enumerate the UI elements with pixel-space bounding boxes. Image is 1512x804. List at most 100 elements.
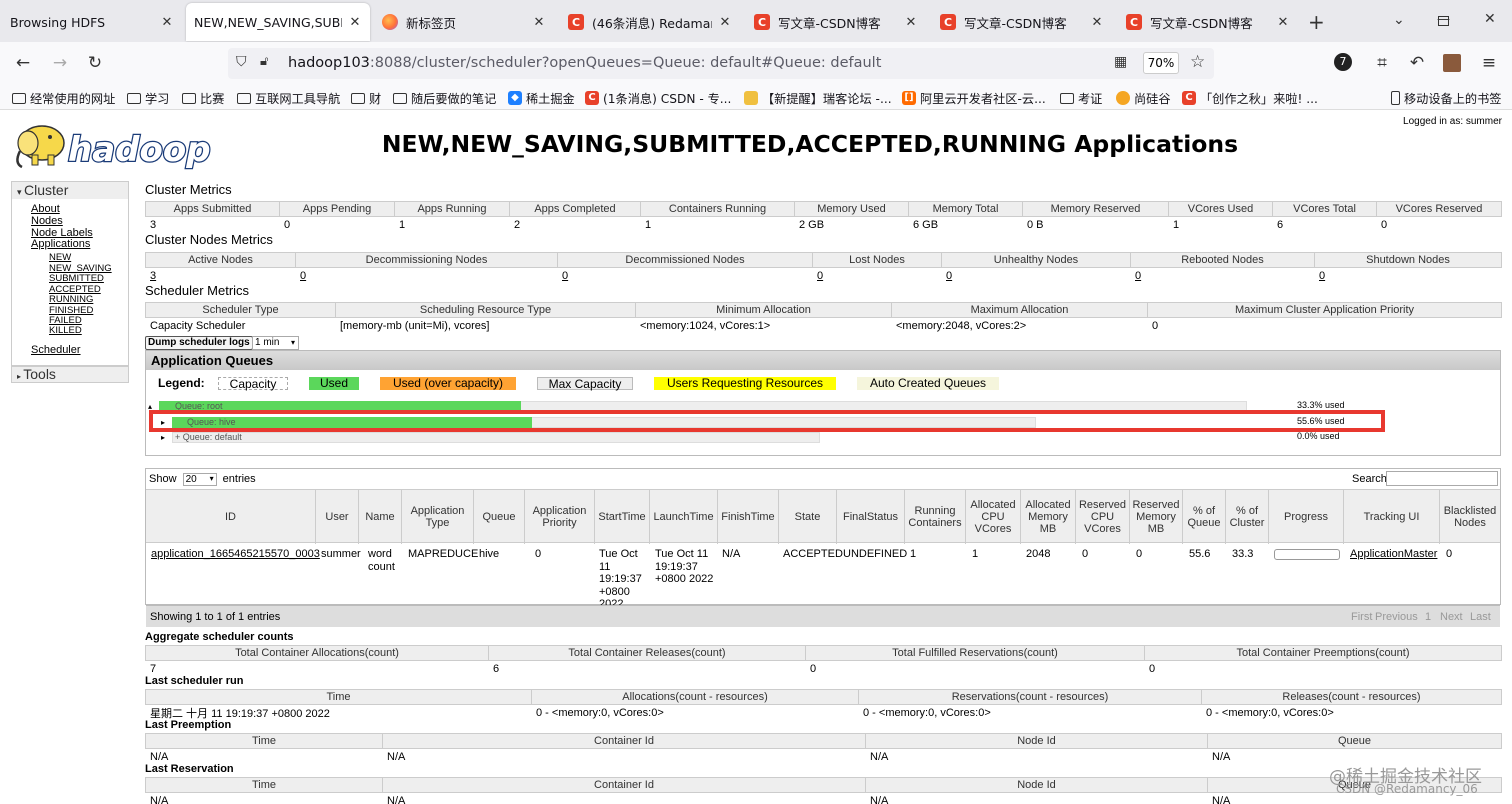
column-header-app-type[interactable]: Application Type (402, 490, 474, 544)
sidebar-item-running[interactable]: RUNNING (49, 294, 93, 305)
table-cell-link[interactable]: 0 (941, 267, 1131, 284)
tab-new-tab[interactable]: 新标签页 ✕ (374, 3, 554, 41)
bookmark-item[interactable]: 经常使用的网址 (12, 89, 115, 107)
bookmark-item[interactable]: 随后要做的笔记 (393, 89, 496, 107)
bookmark-item[interactable]: 比赛 (182, 89, 224, 107)
bookmark-item[interactable]: C 「创作之秋」来啦! ... (1182, 89, 1318, 107)
undo-icon[interactable]: ↶ (1405, 52, 1429, 74)
sidebar-tools[interactable]: ▸ Tools (11, 366, 129, 383)
column-header-pct-queue[interactable]: % of Queue (1183, 490, 1226, 544)
column-header-running-containers[interactable]: Running Containers (905, 490, 966, 544)
tracking-ui-link[interactable]: ApplicationMaster (1350, 548, 1437, 561)
reload-icon[interactable]: ↻ (83, 52, 107, 74)
bookmark-item[interactable]: 尚硅谷 (1116, 89, 1171, 107)
column-header-alloc-memory[interactable]: Allocated Memory MB (1021, 490, 1076, 544)
column-header-progress[interactable]: Progress (1269, 490, 1344, 544)
table-cell-link[interactable]: 3 (145, 267, 296, 284)
back-arrow-icon[interactable]: ← (11, 52, 35, 74)
new-tab-plus-icon[interactable]: + (1308, 10, 1325, 34)
close-icon[interactable]: ✕ (1276, 15, 1290, 30)
url-bar[interactable]: ⛉ 🔓︎ hadoop103:8088/cluster/scheduler?op… (228, 48, 1214, 79)
sidebar-item-killed[interactable]: KILLED (49, 325, 82, 336)
bookmark-item[interactable]: ◆ 稀土掘金 (508, 89, 575, 107)
column-header-reserved-vcores[interactable]: Reserved CPU VCores (1076, 490, 1130, 544)
insecure-lock-icon[interactable]: 🔓︎ (260, 54, 268, 69)
close-icon[interactable]: ✕ (1090, 15, 1104, 30)
bookmark-item[interactable]: C (1条消息) CSDN - 专... (585, 89, 731, 107)
shield-icon[interactable]: ⛉ (236, 54, 247, 70)
hadoop-logo[interactable]: hadoop (10, 117, 220, 175)
bookmark-item[interactable]: 移动设备上的书签 (1391, 89, 1502, 107)
bookmark-item[interactable]: 考证 (1060, 89, 1102, 107)
tab-csdn-messages[interactable]: C (46条消息) Redamancy_ ✕ (560, 3, 740, 41)
sidebar-item-submitted[interactable]: SUBMITTED (49, 273, 104, 284)
column-header-finish-time[interactable]: FinishTime (718, 490, 779, 544)
qr-code-icon[interactable]: ▦ (1114, 54, 1127, 70)
table-cell-link[interactable]: 0 (1130, 267, 1315, 284)
extension-icon[interactable]: 7 (1334, 53, 1352, 71)
sidebar-item-about[interactable]: About (31, 203, 60, 215)
column-header-name[interactable]: Name (359, 490, 402, 544)
expand-icon[interactable]: ▸ (161, 432, 165, 443)
close-icon[interactable]: ✕ (718, 15, 732, 30)
zoom-level[interactable]: 70% (1143, 52, 1179, 74)
search-input[interactable] (1386, 471, 1498, 486)
avatar[interactable] (1443, 54, 1461, 72)
bookmark-item[interactable]: 互联网工具导航 (237, 89, 340, 107)
column-header-alloc-vcores[interactable]: Allocated CPU VCores (966, 490, 1021, 544)
dump-interval-select[interactable]: 1 min ▾ (252, 336, 299, 350)
close-icon[interactable]: ✕ (348, 15, 362, 30)
table-cell-link[interactable]: 0 (295, 267, 558, 284)
sidebar-item-nodes[interactable]: Nodes (31, 215, 63, 227)
crop-icon[interactable]: ⌗ (1370, 52, 1394, 74)
column-header-user[interactable]: User (316, 490, 359, 544)
tab-browsing-hdfs[interactable]: Browsing HDFS ✕ (2, 3, 182, 41)
table-cell: 0 (535, 548, 542, 560)
close-icon[interactable]: ✕ (532, 15, 546, 30)
application-id-link[interactable]: application_1665465215570_0003 (151, 548, 320, 561)
bookmark-star-icon[interactable]: ☆ (1190, 52, 1205, 72)
column-header-id[interactable]: ID (146, 490, 316, 544)
tab-csdn-write-1[interactable]: C 写文章-CSDN博客 ✕ (746, 3, 926, 41)
pager-next[interactable]: Next (1440, 611, 1463, 623)
column-header-state[interactable]: State (779, 490, 837, 544)
column-header-launch-time[interactable]: LaunchTime (650, 490, 718, 544)
table-cell-link[interactable]: 0 (812, 267, 942, 284)
tab-applications[interactable]: NEW,NEW_SAVING,SUBMI ✕ (186, 3, 370, 41)
table-cell-link[interactable]: 0 (557, 267, 813, 284)
sidebar-item-applications[interactable]: Applications (31, 238, 90, 250)
close-window-icon[interactable]: ✕ (1484, 11, 1496, 27)
close-icon[interactable]: ✕ (904, 15, 918, 30)
bookmark-item[interactable]: 财 (351, 89, 381, 107)
queue-default-label[interactable]: + Queue: default (175, 432, 242, 443)
close-icon[interactable]: ✕ (160, 15, 174, 30)
menu-icon[interactable]: ≡ (1477, 52, 1501, 74)
column-header-pct-cluster[interactable]: % of Cluster (1226, 490, 1269, 544)
sidebar-item-new[interactable]: NEW (49, 252, 71, 263)
column-header-blacklisted[interactable]: Blacklisted Nodes (1440, 490, 1500, 544)
column-header-final-status[interactable]: FinalStatus (837, 490, 905, 544)
tab-csdn-write-3[interactable]: C 写文章-CSDN博客 ✕ (1118, 3, 1298, 41)
sidebar-header[interactable]: ▾ Cluster (12, 182, 128, 199)
forward-arrow-icon[interactable]: → (48, 52, 72, 74)
pager-page-1[interactable]: 1 (1425, 611, 1431, 623)
pager-first[interactable]: First (1351, 611, 1372, 623)
url-text[interactable]: hadoop103:8088/cluster/scheduler?openQue… (288, 55, 881, 71)
pager-last[interactable]: Last (1470, 611, 1491, 623)
table-cell-link[interactable]: 0 (1314, 267, 1502, 284)
column-header-priority[interactable]: Application Priority (525, 490, 595, 544)
column-header-reserved-memory[interactable]: Reserved Memory MB (1130, 490, 1183, 544)
tab-csdn-write-2[interactable]: C 写文章-CSDN博客 ✕ (932, 3, 1112, 41)
column-header-queue[interactable]: Queue (474, 490, 525, 544)
bookmark-item[interactable]: 学习 (127, 89, 169, 107)
bookmark-item[interactable]: 【新提醒】瑞客论坛 -... (744, 89, 892, 107)
list-tabs-chevron-icon[interactable]: ⌄ (1393, 12, 1405, 28)
entries-select[interactable]: 20 ▾ (182, 473, 217, 486)
pager-previous[interactable]: Previous (1375, 611, 1418, 623)
sidebar-item-scheduler[interactable]: Scheduler (31, 344, 81, 356)
dump-scheduler-logs-button[interactable]: Dump scheduler logs (145, 336, 253, 350)
column-header-start-time[interactable]: StartTime (595, 490, 650, 544)
bookmark-item[interactable]: [] 阿里云开发者社区-云... (902, 89, 1046, 107)
restore-window-icon[interactable] (1438, 16, 1449, 26)
column-header-tracking-ui[interactable]: Tracking UI (1344, 490, 1440, 544)
